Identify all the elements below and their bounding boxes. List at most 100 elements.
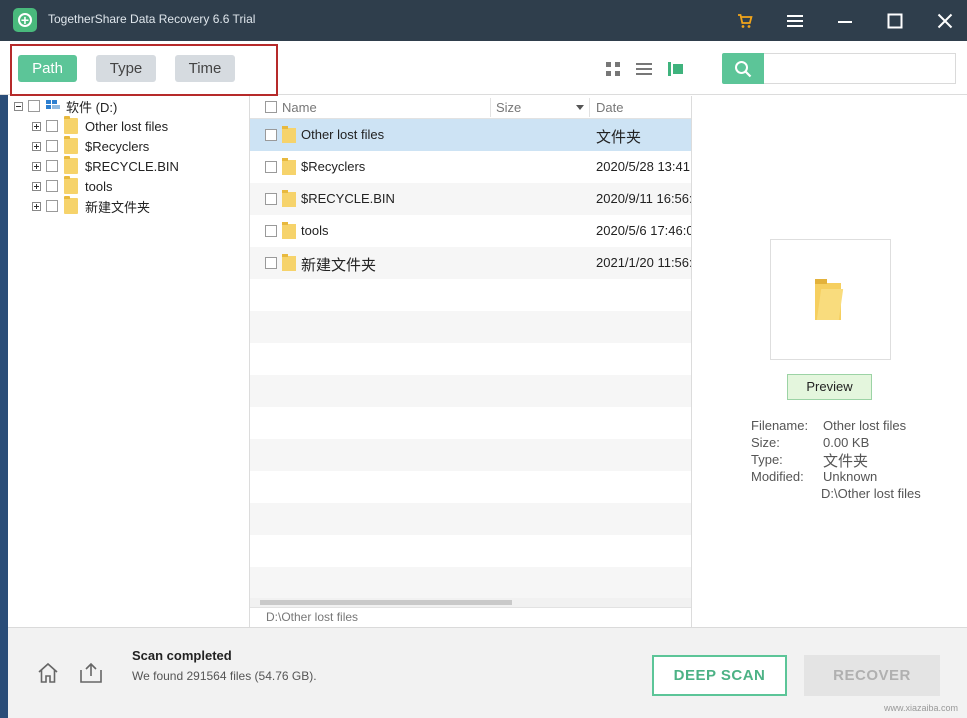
desktop-edge — [0, 41, 8, 718]
tree-item-tools[interactable]: tools — [32, 176, 113, 195]
file-list: Name Size Date Other lost files 文件夹 $Rec… — [250, 96, 692, 627]
filename-value: Other lost files — [823, 418, 907, 433]
watermark: www.xiazaiba.com — [884, 703, 959, 713]
column-divider[interactable] — [589, 98, 590, 117]
folder-icon — [64, 156, 78, 174]
row-checkbox[interactable] — [265, 129, 277, 141]
file-name: $RECYCLE.BIN — [301, 191, 395, 206]
scan-status-title: Scan completed — [132, 648, 232, 663]
row-checkbox[interactable] — [265, 161, 277, 173]
preview-panel: Preview Filename: Other lost files Size:… — [693, 96, 967, 627]
column-name[interactable]: Name — [282, 96, 317, 119]
type-label: Type: — [751, 452, 783, 467]
tree-checkbox[interactable] — [46, 200, 58, 212]
table-row[interactable]: tools 2020/5/6 17:46:0 — [250, 215, 692, 247]
column-divider[interactable] — [490, 98, 491, 117]
folder-icon — [64, 176, 78, 194]
row-checkbox[interactable] — [265, 257, 277, 269]
cart-icon[interactable] — [731, 8, 759, 34]
expand-icon[interactable] — [32, 181, 41, 191]
tree-checkbox[interactable] — [46, 160, 58, 172]
search-button[interactable] — [722, 53, 764, 84]
maximize-icon[interactable] — [881, 8, 909, 34]
tab-type[interactable]: Type — [96, 55, 156, 82]
search-icon — [735, 60, 752, 77]
folder-icon — [815, 279, 841, 320]
empty-row — [250, 375, 691, 407]
column-date[interactable]: Date — [596, 96, 623, 119]
tree-item-label: tools — [85, 178, 113, 194]
empty-row — [250, 439, 691, 471]
minimize-icon[interactable] — [831, 8, 859, 34]
folder-icon — [282, 190, 296, 207]
search-input[interactable] — [764, 53, 956, 84]
folder-icon — [64, 196, 78, 214]
directory-tree: 软件 (D:) Other lost files $Recyclers $REC… — [8, 96, 250, 627]
empty-row — [250, 503, 691, 535]
column-size[interactable]: Size — [496, 96, 521, 119]
file-name: $Recyclers — [301, 159, 366, 174]
filename-label: Filename: — [751, 418, 809, 433]
tree-item-recyclers[interactable]: $Recyclers — [32, 136, 150, 155]
tree-checkbox[interactable] — [46, 140, 58, 152]
file-date: 2020/5/6 17:46:0 — [596, 223, 692, 238]
tree-item-new-folder[interactable]: 新建文件夹 — [32, 196, 150, 215]
deep-scan-button[interactable]: DEEP SCAN — [652, 655, 787, 696]
folder-icon — [64, 136, 78, 154]
expand-icon[interactable] — [32, 201, 41, 211]
detail-view-icon[interactable] — [668, 61, 684, 77]
export-icon[interactable] — [78, 661, 104, 688]
expand-icon[interactable] — [32, 161, 41, 171]
home-icon[interactable] — [36, 661, 60, 688]
tab-time[interactable]: Time — [175, 55, 235, 82]
empty-row — [250, 535, 691, 567]
recover-button[interactable]: RECOVER — [804, 655, 940, 696]
tree-checkbox[interactable] — [46, 120, 58, 132]
tree-item-other-lost-files[interactable]: Other lost files — [32, 116, 169, 135]
close-icon[interactable] — [931, 8, 959, 34]
tab-path[interactable]: Path — [18, 55, 77, 82]
empty-row — [250, 279, 691, 311]
tree-root[interactable]: 软件 (D:) — [14, 97, 117, 115]
sort-desc-icon[interactable] — [576, 105, 584, 110]
file-name: tools — [301, 223, 329, 238]
horizontal-scrollbar[interactable] — [250, 598, 691, 607]
list-view-icon[interactable] — [636, 61, 652, 77]
app-window: TogetherShare Data Recovery 6.6 Trial Pa… — [0, 0, 967, 718]
modified-label: Modified: — [751, 469, 804, 484]
tree-item-label: $RECYCLE.BIN — [85, 158, 179, 174]
file-name: Other lost files — [301, 127, 385, 142]
folder-icon — [282, 126, 296, 143]
type-value: 文件夹 — [823, 453, 869, 470]
table-row[interactable]: $RECYCLE.BIN 2020/9/11 16:56: — [250, 183, 691, 215]
scrollbar-thumb[interactable] — [260, 600, 512, 605]
preview-button[interactable]: Preview — [787, 374, 872, 400]
row-checkbox[interactable] — [265, 193, 277, 205]
tree-checkbox[interactable] — [46, 180, 58, 192]
empty-row — [250, 567, 691, 598]
folder-icon — [282, 222, 296, 239]
modified-value: Unknown — [823, 469, 878, 484]
tree-item-label: Other lost files — [85, 118, 169, 134]
file-date: 2021/1/20 11:56: — [596, 255, 692, 270]
tree-item-recycle-bin[interactable]: $RECYCLE.BIN — [32, 156, 179, 175]
menu-icon[interactable] — [781, 8, 809, 34]
collapse-icon[interactable] — [14, 101, 23, 111]
tree-item-label: $Recyclers — [85, 138, 150, 154]
empty-row — [250, 343, 691, 375]
row-checkbox[interactable] — [265, 225, 277, 237]
table-row[interactable]: Other lost files 文件夹 — [250, 119, 691, 151]
select-all-checkbox[interactable] — [265, 101, 277, 113]
file-date: 2020/5/28 13:41: — [596, 159, 692, 174]
drive-icon — [46, 100, 60, 112]
table-row[interactable]: 新建文件夹 2021/1/20 11:56: — [250, 247, 692, 279]
scan-status-detail: We found 291564 files (54.76 GB). — [132, 669, 317, 683]
grid-view-icon[interactable] — [605, 61, 621, 77]
table-row[interactable]: $Recyclers 2020/5/28 13:41: — [250, 151, 692, 183]
expand-icon[interactable] — [32, 141, 41, 151]
folder-icon — [64, 116, 78, 134]
app-logo-icon — [13, 8, 37, 32]
expand-icon[interactable] — [32, 121, 41, 131]
preview-thumbnail — [770, 239, 891, 360]
tree-checkbox[interactable] — [28, 100, 40, 112]
